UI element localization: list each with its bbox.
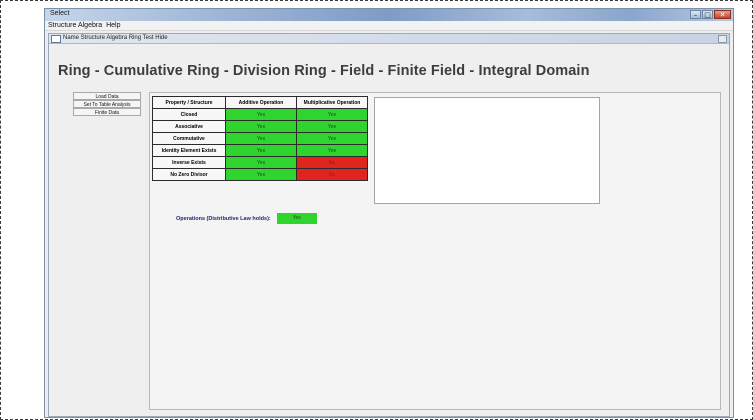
column-header-property[interactable]: Property / Structure xyxy=(152,96,226,109)
internal-frame-close-button[interactable] xyxy=(718,35,727,43)
table-row[interactable]: No Zero Divisor Yes No xyxy=(152,168,368,181)
title-bar: Select – □ ✕ xyxy=(45,9,733,21)
table-row[interactable]: Closed Yes Yes xyxy=(152,108,368,121)
row-label: Closed xyxy=(152,108,226,121)
structure-hierarchy: Ring - Cumulative Ring - Division Ring -… xyxy=(58,63,590,79)
row-label: No Zero Divisor xyxy=(152,168,226,181)
additive-cell: Yes xyxy=(225,144,297,157)
properties-table: Property / Structure Additive Operation … xyxy=(152,96,368,181)
multiplicative-cell: Yes xyxy=(296,144,368,157)
multiplicative-cell: Yes xyxy=(296,120,368,133)
column-header-additive[interactable]: Additive Operation xyxy=(225,96,297,109)
minimize-button[interactable]: – xyxy=(690,10,701,19)
menu-bar: Structure Algebra Help xyxy=(45,21,733,31)
operations-status-badge: Yes xyxy=(276,213,317,224)
multiplicative-cell: No xyxy=(296,156,368,169)
operations-row: Operations (Distributive Law holds): Yes xyxy=(176,213,317,224)
app-window: Select – □ ✕ Structure Algebra Help Name… xyxy=(44,8,734,418)
additive-cell: Yes xyxy=(225,108,297,121)
window-controls: – □ ✕ xyxy=(690,10,731,20)
additive-cell: Yes xyxy=(225,156,297,169)
row-label: Identity Element Exists xyxy=(152,144,226,157)
row-label: Commutative xyxy=(152,132,226,145)
additive-cell: Yes xyxy=(225,120,297,133)
load-data-button[interactable]: Load Data xyxy=(73,92,141,100)
properties-table-body: Closed Yes Yes Associative Yes Yes Commutative… xyxy=(152,108,368,181)
maximize-button[interactable]: □ xyxy=(702,10,713,19)
operations-label: Operations (Distributive Law holds): xyxy=(176,215,271,222)
internal-frame: Name Structure Algebra Ring Test Hide Ri… xyxy=(48,33,730,417)
table-row[interactable]: Inverse Exists Yes No xyxy=(152,156,368,169)
multiplicative-cell: No xyxy=(296,168,368,181)
close-button[interactable]: ✕ xyxy=(714,10,731,19)
multiplicative-cell: Yes xyxy=(296,108,368,121)
row-label: Inverse Exists xyxy=(152,156,226,169)
finite-data-button[interactable]: Finite Data xyxy=(73,108,141,116)
results-text-area[interactable] xyxy=(374,97,600,204)
main-panel: Property / Structure Additive Operation … xyxy=(149,92,721,410)
column-header-multiplicative[interactable]: Multiplicative Operation xyxy=(296,96,368,109)
menu-help[interactable]: Help xyxy=(106,21,120,30)
table-row[interactable]: Associative Yes Yes xyxy=(152,120,368,133)
table-row[interactable]: Commutative Yes Yes xyxy=(152,132,368,145)
window-icon xyxy=(51,35,61,43)
internal-frame-titlebar: Name Structure Algebra Ring Test Hide xyxy=(49,34,729,44)
table-analysis-button[interactable]: Set To Table Analysis xyxy=(73,100,141,108)
internal-frame-title: Name Structure Algebra Ring Test Hide xyxy=(63,35,168,41)
menu-structure-algebra[interactable]: Structure Algebra xyxy=(48,21,102,30)
multiplicative-cell: Yes xyxy=(296,132,368,145)
table-row[interactable]: Identity Element Exists Yes Yes xyxy=(152,144,368,157)
additive-cell: Yes xyxy=(225,168,297,181)
row-label: Associative xyxy=(152,120,226,133)
window-title: Select xyxy=(50,10,70,17)
additive-cell: Yes xyxy=(225,132,297,145)
sidebar: Load Data Set To Table Analysis Finite D… xyxy=(73,92,141,116)
